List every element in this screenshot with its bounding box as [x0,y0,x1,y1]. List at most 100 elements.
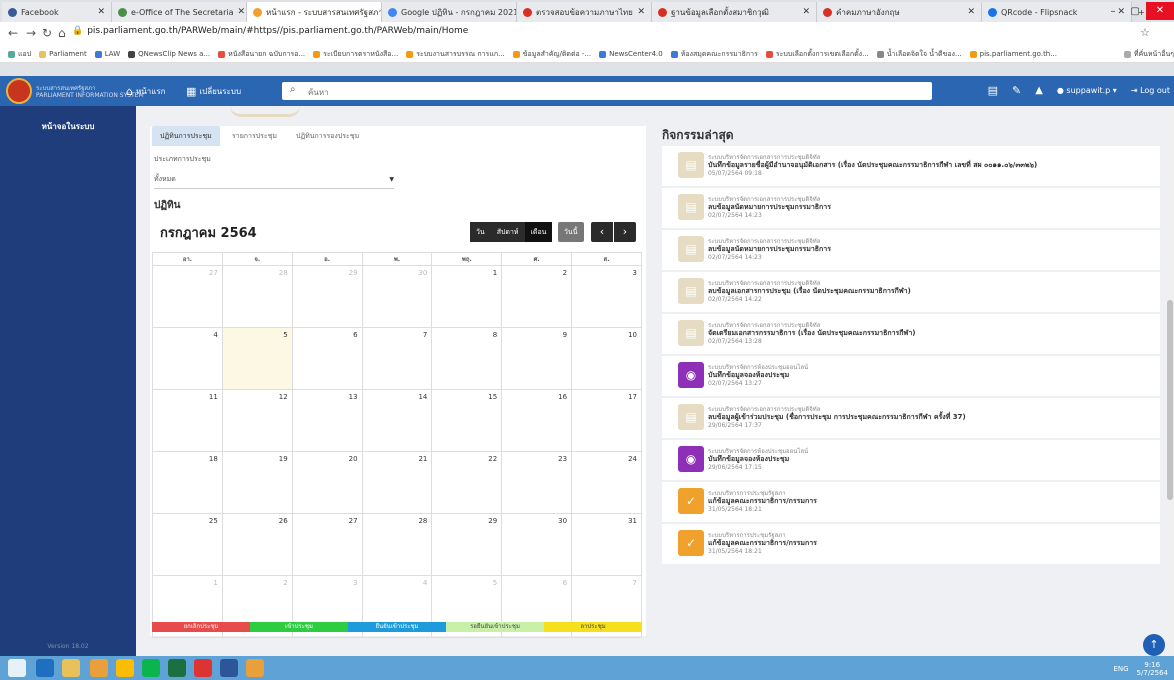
bookmark-item[interactable]: QNewsClip News a... [128,50,210,58]
calendar-day-cell[interactable]: 22 [431,451,503,514]
calendar-day-cell[interactable]: 26 [221,513,293,576]
search-input[interactable] [306,84,910,100]
calendar-day-cell[interactable]: 1 [431,265,503,328]
home-icon[interactable]: ⌂ [58,26,66,40]
bookmark-item[interactable]: หนังสือนายก ฉบับการอ... [218,49,305,60]
browser-tab[interactable]: หน้าแรก - ระบบสารสนเทศรัฐสภา✕ [247,2,382,22]
calendar-day-cell[interactable]: 20 [291,451,363,514]
calendar-day-cell[interactable]: 16 [501,389,573,452]
logout-link[interactable]: ⇥ Log out [1131,86,1170,95]
browser-tab[interactable]: ตรวจสอบข้อความภาษาไทย ✕ [517,2,652,22]
line-icon[interactable] [142,659,160,677]
explorer-icon[interactable] [62,659,80,677]
tab-meeting-list[interactable]: รายการประชุม [224,126,285,146]
browser-tab[interactable]: คำคมภาษาอังกฤษ ✕ [817,2,982,22]
bookmark-item[interactable]: LAW [94,50,120,58]
view-week-button[interactable]: สัปดาห์ [490,222,525,242]
bookmark-item[interactable]: NewsCenter4.0 [599,50,663,58]
chrome-icon[interactable] [116,659,134,677]
app-icon[interactable] [90,659,108,677]
view-day-button[interactable]: วัน [470,222,491,242]
browser-tab[interactable]: ฐานข้อมูลเลือกตั้งสมาชิกวุฒิ ✕ [652,2,817,22]
activity-item[interactable]: ▤ ระบบบริหารจัดการเอกสารการประชุมดิจิทัลล… [662,398,1160,440]
bookmark-item[interactable]: Parliament [39,50,87,58]
calendar-day-cell[interactable]: 24 [571,451,642,514]
calendar-day-cell[interactable]: 23 [501,451,573,514]
close-window-icon[interactable]: ✕ [1146,2,1174,20]
bookmark-item[interactable]: แอป [8,49,31,60]
today-button[interactable]: วันนี้ [558,222,584,242]
calendar-day-cell[interactable]: 12 [221,389,293,452]
user-menu[interactable]: ● suppawit.p ▾ [1057,86,1117,95]
calendar-day-cell[interactable]: 11 [152,389,223,452]
bookmark-item[interactable]: ข้อมูลสำคัญ/ติดต่อ -... [512,49,591,60]
clock[interactable]: 9:16 5/7/2564 [1137,661,1168,677]
activity-item[interactable]: ▤ ระบบบริหารจัดการเอกสารการประชุมดิจิทัลจ… [662,314,1160,356]
lang-indicator[interactable]: ENG [1113,665,1128,673]
prev-month-button[interactable]: ‹ [591,222,613,242]
close-tab-icon[interactable]: ✕ [798,7,810,17]
edit-icon[interactable]: ✎ [1012,84,1021,97]
calendar-day-cell[interactable]: 6 [291,327,363,390]
word-icon[interactable] [220,659,238,677]
scrollbar-thumb[interactable] [1167,300,1173,500]
meeting-type-select[interactable]: ทั้งหมด ▼ [154,170,394,189]
bookmark-item[interactable]: ระเบียบการตราหนังสือ... [313,49,398,60]
chrome-window-icon[interactable] [246,659,264,677]
tab-meeting-calendar[interactable]: ปฏิทินการประชุม [152,126,220,146]
browser-tab[interactable]: Facebook ✕ [2,2,112,22]
reload-icon[interactable]: ↻ [42,26,52,40]
calendar-day-cell[interactable]: 27 [152,265,223,328]
bookmark-item[interactable]: pis.parliament.go.th... [969,50,1057,58]
bookmark-item[interactable]: ที่คั่นหน้าอื่นๆ [1123,49,1174,60]
calendar-day-cell[interactable]: 28 [221,265,293,328]
activity-item[interactable]: ▤ ระบบบริหารจัดการเอกสารการประชุมดิจิทัลบ… [662,146,1160,188]
excel-icon[interactable] [168,659,186,677]
calendar-day-cell[interactable]: 4 [152,327,223,390]
activity-item[interactable]: ✓ ระบบบริหารการประชุมรัฐสภา แก้ข้อมูลคณะกร… [662,524,1160,566]
calendar-day-cell[interactable]: 5 [221,327,293,390]
minimize-icon[interactable]: – [1102,6,1124,17]
calendar-day-cell[interactable]: 29 [431,513,503,576]
calendar-day-cell[interactable]: 10 [571,327,642,390]
maximize-icon[interactable]: ▢ [1124,6,1146,17]
calendar-day-cell[interactable]: 19 [221,451,293,514]
calendar-day-cell[interactable]: 18 [152,451,223,514]
calendar-day-cell[interactable]: 3 [571,265,642,328]
calendar-day-cell[interactable]: 29 [291,265,363,328]
next-month-button[interactable]: › [614,222,636,242]
view-month-button[interactable]: เดือน [524,222,553,242]
alert-icon[interactable]: ▲ [1035,85,1043,96]
calendar-day-cell[interactable]: 27 [291,513,363,576]
sidebar-item-home[interactable]: หน้าจอในระบบ [0,120,136,133]
calendar-day-cell[interactable]: 9 [501,327,573,390]
forward-icon[interactable]: → [26,26,36,40]
calendar-day-cell[interactable]: 17 [571,389,642,452]
calendar-day-cell[interactable]: 30 [361,265,433,328]
url-field[interactable]: 🔒 pis.parliament.go.th/PARWeb/main/#https… [72,26,468,36]
tab-deputy-calendar[interactable]: ปฏิทินการรองประชุม [288,126,367,146]
calendar-day-cell[interactable]: 30 [501,513,573,576]
pdf-icon[interactable] [194,659,212,677]
bookmark-item[interactable]: ระบบงานสารบรรณ การแก... [406,49,505,60]
back-icon[interactable]: ← [8,26,18,40]
close-tab-icon[interactable]: ✕ [963,7,975,17]
browser-tab[interactable]: e-Office of The Secretaria ✕ [112,2,247,22]
browser-tab[interactable]: Google ปฏิทิน - กรกฎาคม 2021✕ [382,2,517,22]
calendar-day-cell[interactable]: 31 [571,513,642,576]
notification-icon[interactable]: ▤ [988,84,998,97]
bookmark-item[interactable]: ระบบเลือกตั้งการเขตเลือกตั้ง... [765,49,869,60]
close-tab-icon[interactable]: ✕ [633,7,645,17]
activity-item[interactable]: ✓ ระบบบริหารการประชุมรัฐสภา แก้ข้อมูลคณะกร… [662,482,1160,524]
header-switch-system[interactable]: ▦ เปลี่ยนระบบ [186,85,241,98]
activity-item[interactable]: ◉ ระบบบริหารจัดการห้องประชุมออนไลน์ บันทึก… [662,440,1160,482]
close-tab-icon[interactable]: ✕ [93,7,105,17]
calendar-day-cell[interactable]: 15 [431,389,503,452]
calendar-day-cell[interactable]: 21 [361,451,433,514]
calendar-day-cell[interactable]: 2 [501,265,573,328]
ie-icon[interactable] [36,659,54,677]
calendar-day-cell[interactable]: 14 [361,389,433,452]
calendar-day-cell[interactable]: 7 [361,327,433,390]
activity-item[interactable]: ▤ ระบบบริหารจัดการเอกสารการประชุมดิจิทัลล… [662,272,1160,314]
activity-item[interactable]: ◉ ระบบบริหารจัดการห้องประชุมออนไลน์ บันทึก… [662,356,1160,398]
